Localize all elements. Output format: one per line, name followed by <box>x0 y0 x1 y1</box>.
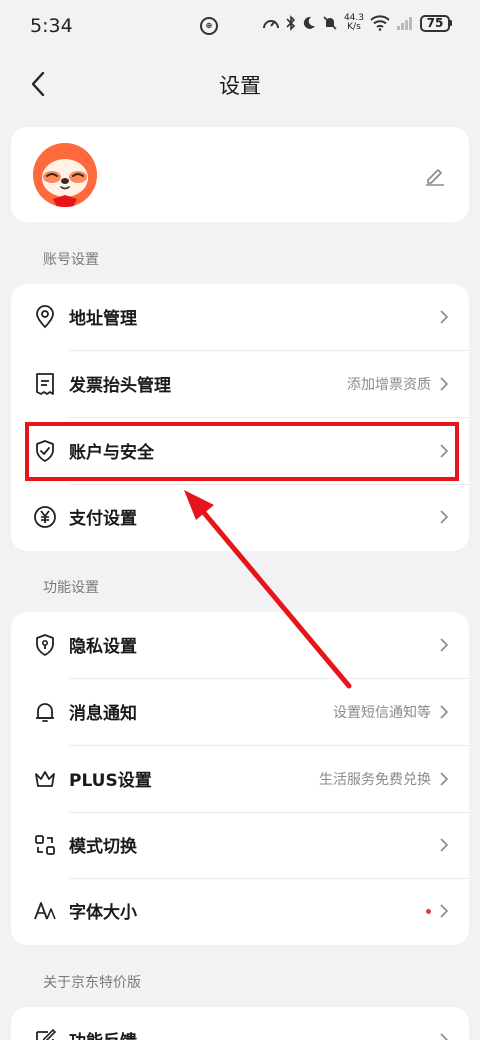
profile-card[interactable] <box>11 127 469 222</box>
mute-bell-icon <box>323 16 337 30</box>
app-notification-icon: ⊕ <box>200 17 218 35</box>
new-badge-dot <box>426 909 431 914</box>
row-subtitle: 设置短信通知等 <box>333 705 431 721</box>
chevron-right-icon <box>440 310 449 324</box>
row-label: 字体大小 <box>69 903 137 923</box>
feedback-row[interactable]: 功能反馈 <box>11 1007 469 1040</box>
chevron-right-icon <box>440 1033 449 1040</box>
feedback-icon <box>36 1028 57 1040</box>
status-bar: 5:34 ⊕ 44.3 K/s 75 <box>0 0 480 54</box>
page-title: 设置 <box>219 74 261 98</box>
bell-icon <box>36 703 54 722</box>
status-time: 5:34 <box>30 15 73 37</box>
bluetooth-icon <box>286 15 296 31</box>
mode-switch-row[interactable]: 模式切换 <box>11 812 469 879</box>
battery-icon: 75 <box>420 14 452 32</box>
crown-icon <box>35 771 55 787</box>
font-size-icon <box>34 902 56 920</box>
status-icons: 44.3 K/s 75 <box>262 14 452 32</box>
row-label: 支付设置 <box>69 509 137 529</box>
location-pin-icon <box>36 305 54 329</box>
chevron-right-icon <box>440 638 449 652</box>
nav-bar: 设置 <box>0 54 480 114</box>
row-label: PLUS设置 <box>69 771 152 791</box>
section-label-function: 功能设置 <box>43 580 99 596</box>
invoice-title-row[interactable]: 发票抬头管理 添加增票资质 <box>11 351 469 418</box>
chevron-right-icon <box>440 904 449 918</box>
row-label: 功能反馈 <box>69 1027 137 1040</box>
moon-icon <box>303 16 315 29</box>
network-speed: 44.3 K/s <box>344 14 364 32</box>
wifi-icon <box>370 15 390 31</box>
row-subtitle: 生活服务免费兑换 <box>319 772 431 788</box>
chevron-right-icon <box>440 838 449 852</box>
section-label-account: 账号设置 <box>43 252 99 268</box>
sloth-avatar-icon <box>33 143 97 207</box>
address-management-row[interactable]: 地址管理 <box>11 284 469 351</box>
about-card: 功能反馈 <box>11 1007 469 1040</box>
row-subtitle: 添加增票资质 <box>347 377 431 393</box>
speedometer-icon <box>262 20 279 29</box>
row-label: 消息通知 <box>69 704 137 724</box>
font-size-row[interactable]: 字体大小 <box>11 878 469 945</box>
chevron-right-icon <box>440 510 449 524</box>
switch-mode-icon <box>35 835 55 855</box>
privacy-settings-row[interactable]: 隐私设置 <box>11 612 469 679</box>
signal-icon <box>397 17 412 30</box>
plus-settings-row[interactable]: PLUS设置 生活服务免费兑换 <box>11 746 469 813</box>
chevron-right-icon <box>440 705 449 719</box>
avatar[interactable] <box>33 143 97 207</box>
chevron-right-icon <box>440 772 449 786</box>
battery-level: 75 <box>420 14 450 32</box>
row-label: 模式切换 <box>69 837 137 857</box>
account-settings-card: 地址管理 发票抬头管理 添加增票资质 账户与安全 支付设置 <box>11 284 469 551</box>
chevron-right-icon <box>440 377 449 391</box>
pencil-icon <box>426 169 444 186</box>
row-label: 发票抬头管理 <box>69 376 171 396</box>
receipt-icon <box>36 373 54 395</box>
row-label: 隐私设置 <box>69 637 137 657</box>
privacy-shield-icon <box>36 634 54 656</box>
function-settings-card: 隐私设置 消息通知 设置短信通知等 PLUS设置 生活服务免费兑换 模式切换 字… <box>11 612 469 945</box>
message-notification-row[interactable]: 消息通知 设置短信通知等 <box>11 679 469 746</box>
highlight-box <box>25 422 459 481</box>
payment-settings-row[interactable]: 支付设置 <box>11 484 469 551</box>
row-label: 地址管理 <box>69 309 137 329</box>
yen-circle-icon <box>34 506 56 528</box>
network-speed-unit: K/s <box>347 22 361 32</box>
edit-profile-button[interactable] <box>423 163 447 187</box>
section-label-about: 关于京东特价版 <box>43 975 141 991</box>
